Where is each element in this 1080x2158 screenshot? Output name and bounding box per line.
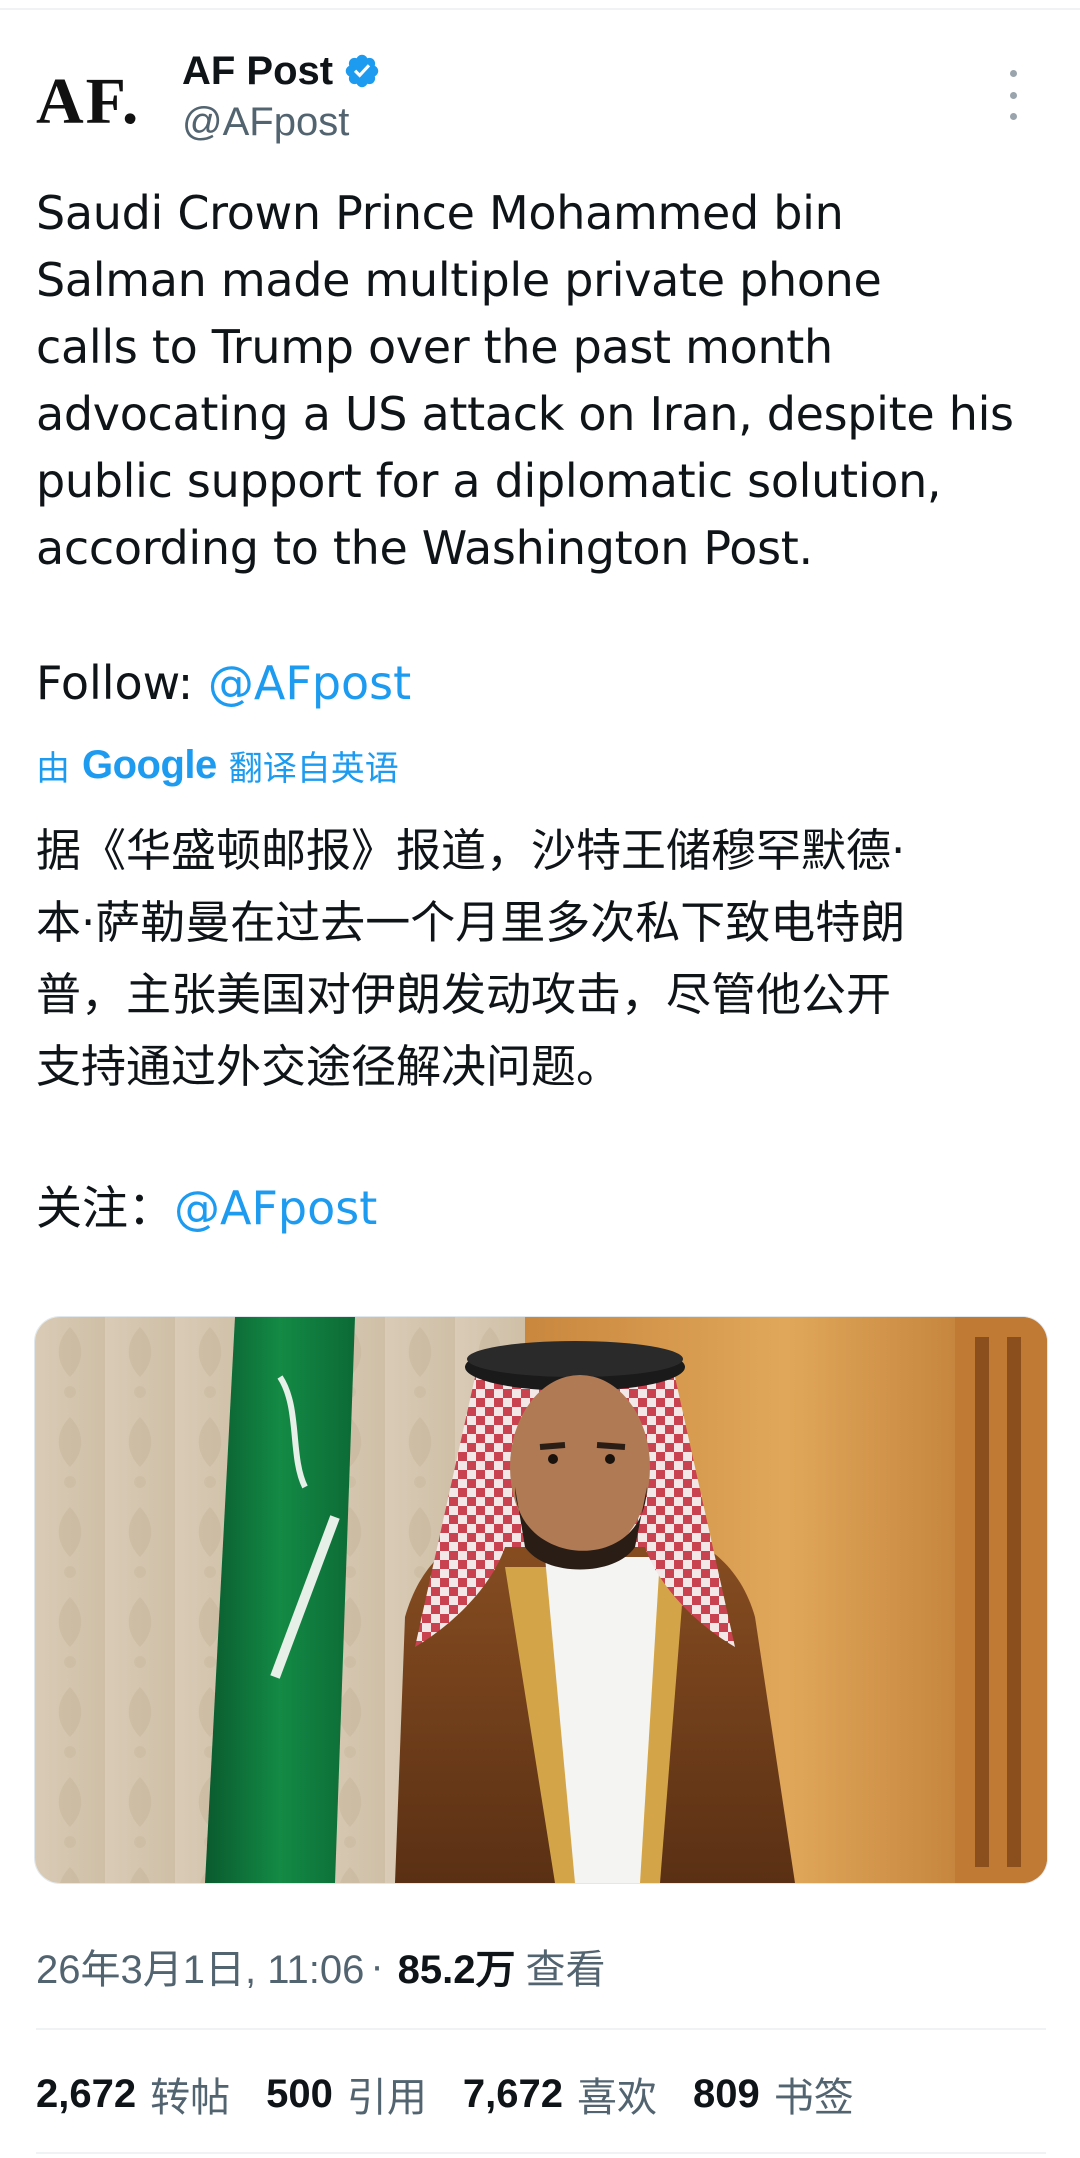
tweet-line: calls to Trump over the past month [36, 320, 833, 374]
stat-bookmarks[interactable]: 809 书签 [693, 2065, 854, 2123]
stat-number: 500 [266, 2071, 333, 2116]
translated-line: 普，主张美国对伊朗发动攻击，尽管他公开 [36, 968, 892, 1021]
views-count[interactable]: 85.2万 [398, 1937, 516, 1995]
engagement-stats: 2,672 转帖 500 引用 7,672 喜欢 809 书签 [36, 2064, 890, 2124]
translated-line: 本·萨勒曼在过去一个月里多次私下致电特朗 [36, 896, 906, 949]
tweet-header: AF. AF Post @AFpost [36, 44, 1046, 154]
tweet-photo[interactable] [34, 1316, 1048, 1884]
stat-label: 转帖 [150, 2075, 231, 2121]
translate-suffix: 翻译自英语 [228, 748, 399, 789]
tweet-meta: 26年3月1日, 11:06 · 85.2万 查看 [36, 1936, 606, 1996]
stat-label: 书签 [773, 2075, 854, 2121]
top-divider [0, 8, 1080, 10]
follow-link[interactable]: @AFpost [208, 656, 411, 710]
handle[interactable]: @AFpost [182, 100, 381, 145]
translated-text: 据《华盛顿邮报》报道，沙特王储穆罕默德· 本·萨勒曼在过去一个月里多次私下致电特… [36, 815, 1056, 1103]
display-name[interactable]: AF Post [182, 49, 333, 94]
tweet-line: advocating a US attack on Iran, despite … [36, 387, 1014, 441]
translated-by-google[interactable]: 由 Google 翻译自英语 [36, 740, 399, 790]
stat-label: 喜欢 [576, 2075, 657, 2121]
stat-label: 引用 [346, 2075, 427, 2121]
meta-separator: · [370, 1943, 384, 1988]
stat-likes[interactable]: 7,672 喜欢 [463, 2065, 657, 2123]
tweet-line: public support for a diplomatic solution… [36, 454, 942, 508]
google-logo: Google [82, 742, 217, 787]
stat-quotes[interactable]: 500 引用 [266, 2065, 427, 2123]
translate-prefix: 由 [36, 748, 70, 789]
follow-label-translated: 关注： [36, 1181, 174, 1235]
views-label: 查看 [525, 1947, 606, 1993]
follow-link-translated[interactable]: @AFpost [174, 1181, 377, 1235]
tweet-line: Saudi Crown Prince Mohammed bin [36, 186, 844, 240]
photo-illustration [35, 1317, 1047, 1883]
author-info[interactable]: AF Post @AFpost [182, 44, 381, 154]
tweet-line: Salman made multiple private phone [36, 253, 882, 307]
stat-reposts[interactable]: 2,672 转帖 [36, 2065, 230, 2123]
follow-row-translated: 关注：@AFpost [36, 1172, 377, 1244]
stat-number: 7,672 [462, 2071, 563, 2116]
stat-number: 2,672 [36, 2071, 137, 2116]
name-row: AF Post [182, 44, 381, 98]
follow-row: Follow: @AFpost [36, 650, 411, 717]
stat-number: 809 [692, 2071, 760, 2116]
divider [36, 2028, 1046, 2030]
translated-line: 据《华盛顿邮报》报道，沙特王储穆罕默德· [36, 824, 906, 877]
follow-label: Follow: [36, 656, 208, 710]
more-vertical-icon[interactable] [998, 70, 1028, 120]
tweet-line: according to the Washington Post. [36, 521, 813, 575]
translated-line: 支持通过外交途径解决问题。 [36, 1040, 622, 1093]
tweet-datetime[interactable]: 26年3月1日, 11:06 [36, 1937, 364, 1995]
divider [36, 2152, 1046, 2154]
tweet-text: Saudi Crown Prince Mohammed bin Salman m… [36, 180, 1056, 582]
verified-badge-icon [345, 54, 379, 88]
avatar[interactable]: AF. [36, 62, 176, 142]
